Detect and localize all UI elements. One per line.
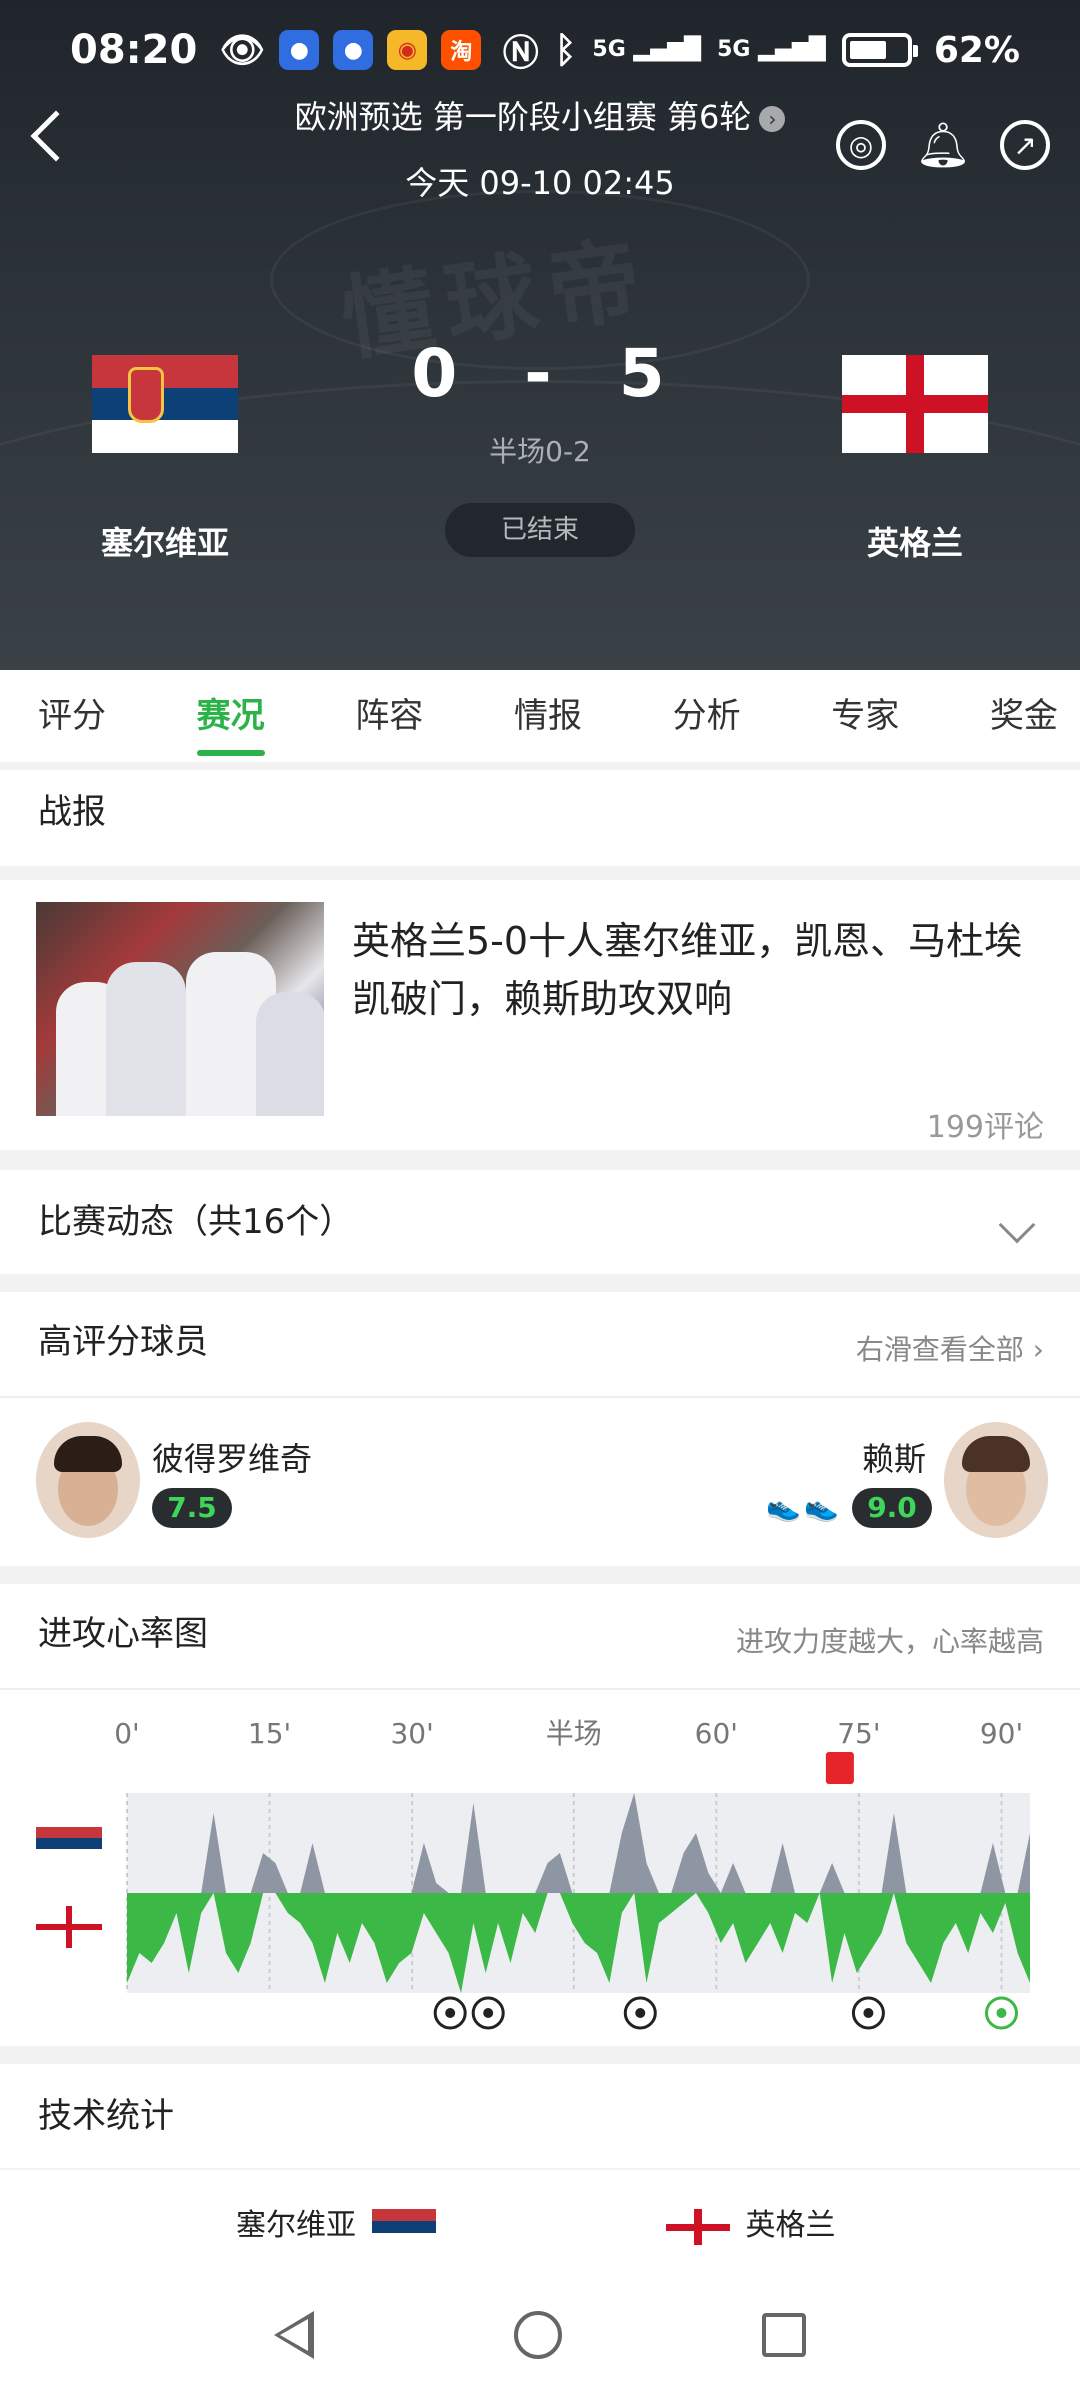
signal-1: 5G ▂▄▆█ <box>592 37 702 62</box>
news-comment-count[interactable]: 199评论 <box>927 1102 1044 1146</box>
nav-recents-icon[interactable] <box>762 2313 806 2357</box>
app-icon-blue-2: ● <box>333 30 374 70</box>
status-right: Ⓝ ᛒ 5G ▂▄▆█ 5G ▂▄▆█ 62% <box>503 24 1020 76</box>
nfc-icon: Ⓝ <box>502 33 539 74</box>
app-icon-blue: ● <box>279 30 320 70</box>
stats-home-team-label: 塞尔维亚 <box>236 2208 356 2243</box>
divider <box>0 1396 1080 1398</box>
view-all-label: 右滑查看全部 <box>855 1333 1024 1366</box>
tab-expert[interactable]: 专家 <box>831 670 899 762</box>
serbia-flag-icon <box>36 1827 102 1860</box>
goal-ball-center <box>483 2008 494 2018</box>
assist-boot-icon-2: 👟 <box>804 1490 839 1523</box>
stats-home-team: 塞尔维亚 <box>236 2200 436 2245</box>
tab-intel[interactable]: 情报 <box>514 670 582 762</box>
view-all-hint[interactable]: 右滑查看全部 › <box>856 1328 1044 1368</box>
signal-2: 5G ▂▄▆█ <box>717 37 826 62</box>
system-nav-bar <box>0 2270 1080 2400</box>
report-title: 战报 <box>38 792 106 832</box>
clock: 08:20 <box>70 27 198 73</box>
share-icon[interactable]: ↗ <box>1000 120 1050 170</box>
away-player-rating: 9.0 <box>852 1488 932 1528</box>
tab-prize[interactable]: 奖金 <box>990 670 1058 762</box>
news-thumbnail <box>36 902 324 1116</box>
heart-rate-chart: 0' 15' 30' 半场 60' 75' 90' <box>36 1717 1030 2030</box>
chart-time-label: 90' <box>980 1717 1023 1750</box>
bell-icon[interactable]: 🔔︎ <box>915 120 971 171</box>
goal-ball-center <box>863 2008 874 2018</box>
serbia-flag-icon <box>371 2208 436 2245</box>
stats-away-team: 英格兰 <box>666 2200 836 2245</box>
chart-time-label: 75' <box>837 1717 880 1750</box>
report-header: 战报 <box>0 770 1080 866</box>
tech-stats-header: 技术统计 <box>0 2064 1080 2168</box>
match-events-row[interactable]: 比赛动态（共16个） <box>0 1170 1080 1274</box>
tab-rating[interactable]: 评分 <box>38 670 106 762</box>
tab-bar: 评分 赛况 阵容 情报 分析 专家 奖金 <box>0 670 1080 762</box>
match-status-badge: 已结束 <box>445 503 635 557</box>
away-team-name[interactable]: 英格兰 <box>795 518 1035 564</box>
home-player-rating: 7.5 <box>152 1488 232 1528</box>
competition-label: 欧洲预选 第一阶段小组赛 第6轮 <box>294 98 752 136</box>
tech-stats-teams: 塞尔维亚 英格兰 <box>0 2170 1080 2270</box>
top-players-section: 高评分球员 右滑查看全部 › 彼得罗维奇 7.5 赖斯 👟 👟 9.0 <box>0 1292 1080 1566</box>
taobao-icon: 淘 <box>441 30 482 70</box>
red-card-icon <box>825 1752 854 1784</box>
battery-icon <box>841 33 918 67</box>
halftime-score: 半场0-2 <box>489 435 591 468</box>
tab-lineup[interactable]: 阵容 <box>355 670 423 762</box>
stats-away-team-label: 英格兰 <box>745 2208 836 2243</box>
match-events-title: 比赛动态（共16个） <box>38 1202 354 1242</box>
nav-home-icon[interactable] <box>514 2311 562 2359</box>
target-icon[interactable]: ◎ <box>836 120 886 170</box>
chevron-right-icon: › <box>759 106 786 132</box>
score: 0 - 5 <box>0 335 1080 412</box>
nav-back-icon[interactable] <box>274 2311 314 2359</box>
away-player-avatar[interactable] <box>944 1422 1048 1538</box>
goal-ball-center <box>996 2008 1007 2018</box>
assist-boot-icon: 👟 <box>766 1490 801 1523</box>
home-player-name[interactable]: 彼得罗维奇 <box>152 1434 312 1480</box>
eye-icon: 👁 <box>219 30 266 71</box>
chart-time-label: 30' <box>390 1717 433 1750</box>
england-cross-v <box>66 1906 72 1948</box>
score-separator: - <box>524 335 556 412</box>
england-flag-icon <box>666 2208 730 2245</box>
network-1-label: 5G <box>592 37 626 62</box>
network-2-label: 5G <box>717 37 751 62</box>
header-actions: ◎ 🔔︎ ↗ <box>836 120 1050 171</box>
match-header: 懂球帝 08:20 👁 ● ● ◉ 淘 Ⓝ ᛒ 5G ▂▄▆█ 5G ▂▄▆█ … <box>0 0 1080 670</box>
status-bar: 08:20 👁 ● ● ◉ 淘 Ⓝ ᛒ 5G ▂▄▆█ 5G ▂▄▆█ 62% <box>0 0 1080 100</box>
battery-level: 62% <box>933 29 1020 71</box>
goal-ball-center <box>445 2008 456 2018</box>
weibo-icon: ◉ <box>387 30 428 70</box>
chart-time-label: 0' <box>114 1717 140 1750</box>
news-headline[interactable]: 英格兰5-0十人塞尔维亚，凯恩、马杜埃凯破门，赖斯助攻双响 <box>352 912 1052 1028</box>
news-card[interactable]: 英格兰5-0十人塞尔维亚，凯恩、马杜埃凯破门，赖斯助攻双响 199评论 <box>0 880 1080 1150</box>
chart-time-label: 60' <box>695 1717 738 1750</box>
chart-time-label: 15' <box>248 1717 291 1750</box>
tech-stats-title: 技术统计 <box>38 2096 174 2136</box>
tab-live[interactable]: 赛况 <box>196 670 265 762</box>
chart-time-label: 半场 <box>546 1717 602 1750</box>
bluetooth-icon: ᛒ <box>554 29 577 71</box>
away-player-name[interactable]: 赖斯 <box>862 1434 926 1480</box>
home-player-avatar[interactable] <box>36 1422 140 1538</box>
heart-rate-section: 进攻心率图 进攻力度越大，心率越高 0' 15' 30' 半场 60' 75' 90' <box>0 1584 1080 2046</box>
home-team-name[interactable]: 塞尔维亚 <box>45 518 285 564</box>
goal-ball-center <box>635 2008 646 2018</box>
home-score: 0 <box>411 335 462 412</box>
tab-analysis[interactable]: 分析 <box>673 670 741 762</box>
away-score: 5 <box>618 335 669 412</box>
